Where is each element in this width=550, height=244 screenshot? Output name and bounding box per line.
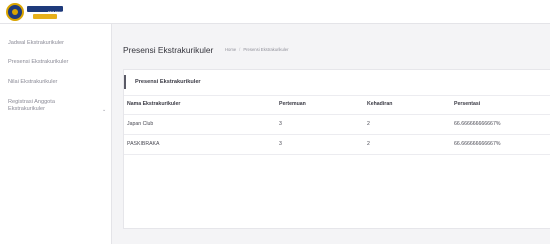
breadcrumb-current: Presensi Ekstrakurikuler	[243, 47, 289, 52]
top-bar: SMA NEGERI 1 KARANGANYAR	[0, 0, 550, 24]
header-divider	[124, 114, 550, 115]
breadcrumb-separator: /	[239, 47, 241, 52]
presensi-card: Presensi Ekstrakurikuler Nama Ekstrakuri…	[123, 69, 550, 229]
cell-kehadiran: 2	[367, 141, 370, 147]
sidebar-item-presensi[interactable]: Presensi Ekstrakurikuler	[8, 59, 68, 66]
row-divider	[124, 154, 550, 155]
sidebar-item-label-line2: Ekstrakurikuler	[8, 106, 45, 112]
logo-underline	[33, 14, 57, 19]
school-emblem-icon	[6, 3, 24, 21]
cell-persentasi: 66.666666666667%	[454, 141, 501, 147]
column-header-pertemuan: Pertemuan	[279, 101, 306, 107]
school-logo[interactable]: SMA NEGERI 1 KARANGANYAR	[6, 3, 84, 21]
cell-kehadiran: 2	[367, 121, 370, 127]
cell-pertemuan: 3	[279, 121, 282, 127]
main-content: Presensi Ekstrakurikuler Home / Presensi E…	[112, 24, 550, 244]
sidebar-item-label: Presensi Ekstrakurikuler	[8, 59, 69, 65]
page-title: Presensi Ekstrakurikuler	[123, 45, 214, 55]
sidebar-item-nilai[interactable]: Nilai Ekstrakurikuler	[8, 79, 57, 86]
sidebar-item-label: Nilai Ekstrakurikuler	[8, 79, 58, 85]
row-divider	[124, 134, 550, 135]
sidebar-item-registrasi[interactable]: Registrasi Anggota Ekstrakurikuler ⌄	[8, 99, 106, 113]
cell-nama: PASKIBRAKA	[127, 141, 160, 147]
column-header-nama: Nama Ekstrakurikuler	[127, 101, 181, 107]
cell-pertemuan: 3	[279, 141, 282, 147]
card-divider	[124, 95, 550, 96]
sidebar-item-label: Jadwal Ekstrakurikuler	[8, 40, 64, 46]
cell-nama: Japan Club	[127, 121, 154, 127]
chevron-down-icon: ⌄	[102, 107, 107, 113]
sidebar: Jadwal Ekstrakurikuler Presensi Ekstraku…	[0, 24, 112, 244]
card-title: Presensi Ekstrakurikuler	[124, 75, 201, 89]
breadcrumb: Home / Presensi Ekstrakurikuler	[225, 47, 289, 52]
sidebar-item-label: Registrasi Anggota	[8, 99, 55, 105]
column-header-persentasi: Persentasi	[454, 101, 481, 107]
column-header-kehadiran: Kehadiran	[367, 101, 393, 107]
sidebar-item-jadwal[interactable]: Jadwal Ekstrakurikuler	[8, 40, 64, 47]
cell-persentasi: 66.666666666667%	[454, 121, 501, 127]
logo-banner: SMA NEGERI 1 KARANGANYAR	[27, 6, 84, 14]
breadcrumb-home[interactable]: Home	[225, 47, 236, 52]
